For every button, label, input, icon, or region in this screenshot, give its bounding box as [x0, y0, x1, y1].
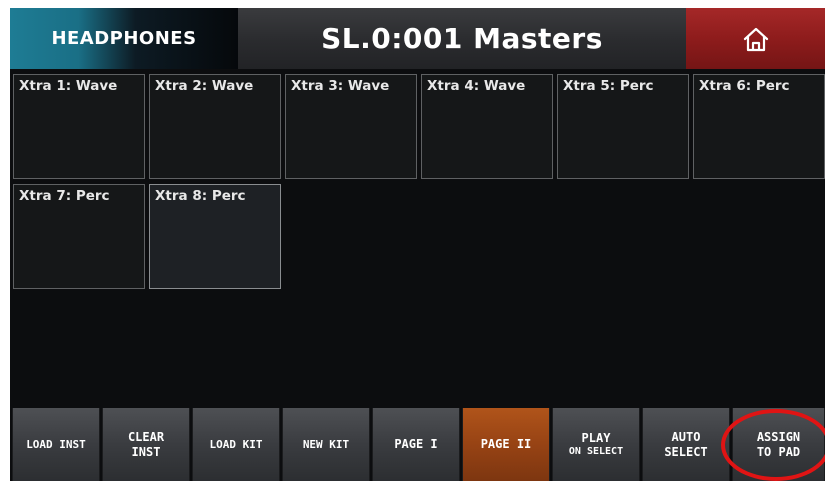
pad-8[interactable]: Xtra 8: Perc — [149, 184, 281, 289]
pad-1[interactable]: Xtra 1: Wave — [13, 74, 145, 179]
page-2-button[interactable]: PAGE II — [462, 408, 550, 481]
clear-inst-button[interactable]: CLEAR INST — [102, 408, 190, 481]
pad-label: Xtra 5: Perc — [563, 78, 654, 94]
kit-title: SL.0:001 Masters — [321, 22, 603, 55]
clear-inst-label-line2: INST — [131, 444, 161, 459]
auto-select-button[interactable]: AUTO SELECT — [642, 408, 730, 481]
new-kit-label: NEW KIT — [302, 437, 350, 451]
headphones-button[interactable]: HEADPHONES — [10, 8, 238, 69]
clear-inst-label-line1: CLEAR — [127, 430, 165, 445]
pad-6[interactable]: Xtra 6: Perc — [693, 74, 825, 179]
load-kit-label: LOAD KIT — [209, 437, 263, 451]
page-1-label: PAGE I — [394, 437, 438, 452]
load-inst-label: LOAD INST — [26, 437, 86, 451]
home-icon — [743, 27, 768, 51]
home-button[interactable] — [686, 8, 825, 69]
pad-label: Xtra 4: Wave — [427, 78, 526, 94]
assign-label-line2: TO PAD — [756, 444, 801, 459]
app-screen: HEADPHONES SL.0:001 Masters Xtra 1: Wave… — [10, 8, 825, 481]
play-label-line2: ON SELECT — [568, 445, 624, 457]
page-2-label: PAGE II — [480, 437, 532, 452]
kit-title-bar: SL.0:001 Masters — [238, 8, 686, 69]
play-label-line1: PLAY — [581, 431, 611, 446]
pad-label: Xtra 7: Perc — [19, 188, 110, 204]
pad-label: Xtra 8: Perc — [155, 188, 246, 204]
pad-label: Xtra 1: Wave — [19, 78, 118, 94]
load-inst-button[interactable]: LOAD INST — [12, 408, 100, 481]
pad-7[interactable]: Xtra 7: Perc — [13, 184, 145, 289]
pad-label: Xtra 3: Wave — [291, 78, 390, 94]
pad-label: Xtra 6: Perc — [699, 78, 790, 94]
headphones-label: HEADPHONES — [51, 28, 197, 49]
pad-2[interactable]: Xtra 2: Wave — [149, 74, 281, 179]
assign-to-pad-button[interactable]: ASSIGN TO PAD — [732, 408, 825, 481]
pad-4[interactable]: Xtra 4: Wave — [421, 74, 553, 179]
pad-label: Xtra 2: Wave — [155, 78, 254, 94]
assign-label-line1: ASSIGN — [756, 430, 801, 445]
auto-select-label-line1: AUTO — [671, 430, 701, 445]
play-on-select-button[interactable]: PLAY ON SELECT — [552, 408, 640, 481]
pad-3[interactable]: Xtra 3: Wave — [285, 74, 417, 179]
page-1-button[interactable]: PAGE I — [372, 408, 460, 481]
pad-5[interactable]: Xtra 5: Perc — [557, 74, 689, 179]
auto-select-label-line2: SELECT — [664, 444, 708, 459]
new-kit-button[interactable]: NEW KIT — [282, 408, 370, 481]
load-kit-button[interactable]: LOAD KIT — [192, 408, 280, 481]
